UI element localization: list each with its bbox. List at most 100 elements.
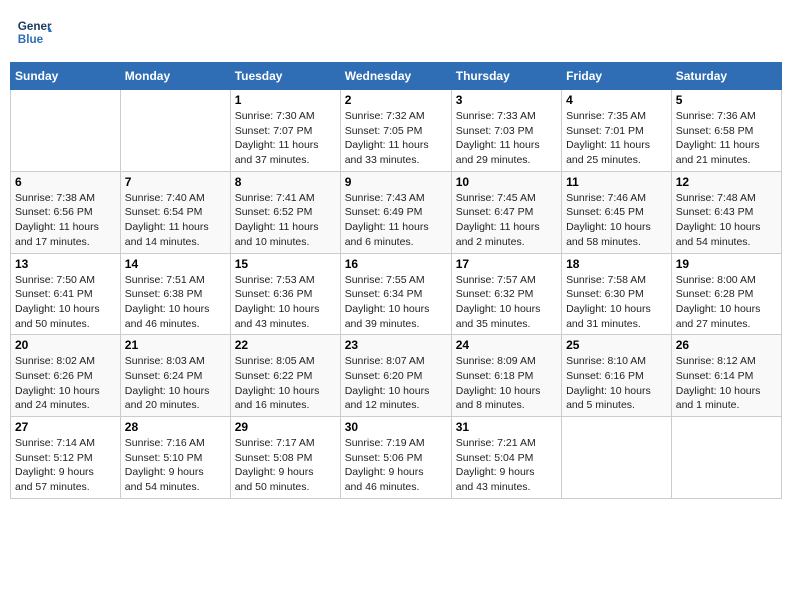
day-number: 28 bbox=[125, 420, 226, 434]
day-number: 2 bbox=[345, 93, 447, 107]
day-number: 24 bbox=[456, 338, 557, 352]
day-number: 23 bbox=[345, 338, 447, 352]
day-number: 10 bbox=[456, 175, 557, 189]
day-number: 27 bbox=[15, 420, 116, 434]
day-number: 25 bbox=[566, 338, 667, 352]
day-cell: 31 Sunrise: 7:21 AM Sunset: 5:04 PM Dayli… bbox=[451, 417, 561, 499]
day-cell bbox=[562, 417, 672, 499]
col-header-monday: Monday bbox=[120, 63, 230, 90]
day-detail: Sunrise: 7:43 AM Sunset: 6:49 PM Dayligh… bbox=[345, 191, 447, 250]
day-detail: Sunrise: 7:30 AM Sunset: 7:07 PM Dayligh… bbox=[235, 109, 336, 168]
day-number: 15 bbox=[235, 257, 336, 271]
day-cell: 10 Sunrise: 7:45 AM Sunset: 6:47 PM Dayli… bbox=[451, 171, 561, 253]
page-header: General Blue bbox=[10, 10, 782, 54]
day-detail: Sunrise: 7:57 AM Sunset: 6:32 PM Dayligh… bbox=[456, 273, 557, 332]
svg-text:General: General bbox=[18, 20, 52, 33]
day-cell: 4 Sunrise: 7:35 AM Sunset: 7:01 PM Daylig… bbox=[562, 90, 672, 172]
day-number: 26 bbox=[676, 338, 777, 352]
day-detail: Sunrise: 7:16 AM Sunset: 5:10 PM Dayligh… bbox=[125, 436, 226, 495]
col-header-tuesday: Tuesday bbox=[230, 63, 340, 90]
day-detail: Sunrise: 8:05 AM Sunset: 6:22 PM Dayligh… bbox=[235, 354, 336, 413]
day-number: 22 bbox=[235, 338, 336, 352]
day-number: 8 bbox=[235, 175, 336, 189]
day-detail: Sunrise: 7:35 AM Sunset: 7:01 PM Dayligh… bbox=[566, 109, 667, 168]
day-number: 9 bbox=[345, 175, 447, 189]
day-cell: 19 Sunrise: 8:00 AM Sunset: 6:28 PM Dayli… bbox=[671, 253, 781, 335]
day-number: 19 bbox=[676, 257, 777, 271]
day-cell: 26 Sunrise: 8:12 AM Sunset: 6:14 PM Dayli… bbox=[671, 335, 781, 417]
week-row-3: 13 Sunrise: 7:50 AM Sunset: 6:41 PM Dayli… bbox=[11, 253, 782, 335]
day-number: 14 bbox=[125, 257, 226, 271]
day-number: 16 bbox=[345, 257, 447, 271]
day-number: 4 bbox=[566, 93, 667, 107]
day-cell: 1Sunrise: 7:30 AM Sunset: 7:07 PM Daylig… bbox=[230, 90, 340, 172]
day-cell: 24 Sunrise: 8:09 AM Sunset: 6:18 PM Dayli… bbox=[451, 335, 561, 417]
day-detail: Sunrise: 8:00 AM Sunset: 6:28 PM Dayligh… bbox=[676, 273, 777, 332]
svg-text:Blue: Blue bbox=[18, 33, 44, 46]
day-cell: 12 Sunrise: 7:48 AM Sunset: 6:43 PM Dayli… bbox=[671, 171, 781, 253]
day-detail: Sunrise: 7:45 AM Sunset: 6:47 PM Dayligh… bbox=[456, 191, 557, 250]
day-number: 11 bbox=[566, 175, 667, 189]
day-cell: 15 Sunrise: 7:53 AM Sunset: 6:36 PM Dayli… bbox=[230, 253, 340, 335]
day-detail: Sunrise: 7:17 AM Sunset: 5:08 PM Dayligh… bbox=[235, 436, 336, 495]
calendar-table: SundayMondayTuesdayWednesdayThursdayFrid… bbox=[10, 62, 782, 499]
col-header-thursday: Thursday bbox=[451, 63, 561, 90]
day-cell: 9 Sunrise: 7:43 AM Sunset: 6:49 PM Daylig… bbox=[340, 171, 451, 253]
day-cell: 2 Sunrise: 7:32 AM Sunset: 7:05 PM Daylig… bbox=[340, 90, 451, 172]
day-cell: 27 Sunrise: 7:14 AM Sunset: 5:12 PM Dayli… bbox=[11, 417, 121, 499]
day-cell bbox=[120, 90, 230, 172]
week-row-4: 20Sunrise: 8:02 AM Sunset: 6:26 PM Dayli… bbox=[11, 335, 782, 417]
logo-icon: General Blue bbox=[16, 14, 52, 50]
day-cell: 14Sunrise: 7:51 AM Sunset: 6:38 PM Dayli… bbox=[120, 253, 230, 335]
day-cell: 3Sunrise: 7:33 AM Sunset: 7:03 PM Daylig… bbox=[451, 90, 561, 172]
day-detail: Sunrise: 7:53 AM Sunset: 6:36 PM Dayligh… bbox=[235, 273, 336, 332]
day-number: 21 bbox=[125, 338, 226, 352]
day-detail: Sunrise: 7:40 AM Sunset: 6:54 PM Dayligh… bbox=[125, 191, 226, 250]
day-detail: Sunrise: 7:50 AM Sunset: 6:41 PM Dayligh… bbox=[15, 273, 116, 332]
day-number: 7 bbox=[125, 175, 226, 189]
day-detail: Sunrise: 8:10 AM Sunset: 6:16 PM Dayligh… bbox=[566, 354, 667, 413]
day-number: 6 bbox=[15, 175, 116, 189]
day-number: 5 bbox=[676, 93, 777, 107]
day-cell bbox=[671, 417, 781, 499]
day-cell: 16 Sunrise: 7:55 AM Sunset: 6:34 PM Dayli… bbox=[340, 253, 451, 335]
day-cell: 18Sunrise: 7:58 AM Sunset: 6:30 PM Dayli… bbox=[562, 253, 672, 335]
day-detail: Sunrise: 8:02 AM Sunset: 6:26 PM Dayligh… bbox=[15, 354, 116, 413]
day-detail: Sunrise: 8:09 AM Sunset: 6:18 PM Dayligh… bbox=[456, 354, 557, 413]
day-cell: 5 Sunrise: 7:36 AM Sunset: 6:58 PM Daylig… bbox=[671, 90, 781, 172]
day-number: 29 bbox=[235, 420, 336, 434]
day-detail: Sunrise: 7:33 AM Sunset: 7:03 PM Dayligh… bbox=[456, 109, 557, 168]
day-detail: Sunrise: 7:36 AM Sunset: 6:58 PM Dayligh… bbox=[676, 109, 777, 168]
day-detail: Sunrise: 7:55 AM Sunset: 6:34 PM Dayligh… bbox=[345, 273, 447, 332]
day-detail: Sunrise: 8:03 AM Sunset: 6:24 PM Dayligh… bbox=[125, 354, 226, 413]
day-detail: Sunrise: 7:32 AM Sunset: 7:05 PM Dayligh… bbox=[345, 109, 447, 168]
logo: General Blue bbox=[16, 14, 56, 50]
day-number: 30 bbox=[345, 420, 447, 434]
day-cell: 13 Sunrise: 7:50 AM Sunset: 6:41 PM Dayli… bbox=[11, 253, 121, 335]
day-cell: 29 Sunrise: 7:17 AM Sunset: 5:08 PM Dayli… bbox=[230, 417, 340, 499]
day-cell: 7 Sunrise: 7:40 AM Sunset: 6:54 PM Daylig… bbox=[120, 171, 230, 253]
day-detail: Sunrise: 8:07 AM Sunset: 6:20 PM Dayligh… bbox=[345, 354, 447, 413]
day-detail: Sunrise: 7:19 AM Sunset: 5:06 PM Dayligh… bbox=[345, 436, 447, 495]
col-header-friday: Friday bbox=[562, 63, 672, 90]
day-cell: 23 Sunrise: 8:07 AM Sunset: 6:20 PM Dayli… bbox=[340, 335, 451, 417]
day-detail: Sunrise: 7:41 AM Sunset: 6:52 PM Dayligh… bbox=[235, 191, 336, 250]
day-cell: 8 Sunrise: 7:41 AM Sunset: 6:52 PM Daylig… bbox=[230, 171, 340, 253]
day-cell: 28 Sunrise: 7:16 AM Sunset: 5:10 PM Dayli… bbox=[120, 417, 230, 499]
day-number: 13 bbox=[15, 257, 116, 271]
day-detail: Sunrise: 7:46 AM Sunset: 6:45 PM Dayligh… bbox=[566, 191, 667, 250]
day-cell: 22 Sunrise: 8:05 AM Sunset: 6:22 PM Dayli… bbox=[230, 335, 340, 417]
day-detail: Sunrise: 7:58 AM Sunset: 6:30 PM Dayligh… bbox=[566, 273, 667, 332]
day-cell: 21 Sunrise: 8:03 AM Sunset: 6:24 PM Dayli… bbox=[120, 335, 230, 417]
day-detail: Sunrise: 8:12 AM Sunset: 6:14 PM Dayligh… bbox=[676, 354, 777, 413]
day-number: 12 bbox=[676, 175, 777, 189]
day-number: 31 bbox=[456, 420, 557, 434]
day-detail: Sunrise: 7:14 AM Sunset: 5:12 PM Dayligh… bbox=[15, 436, 116, 495]
day-cell: 25 Sunrise: 8:10 AM Sunset: 6:16 PM Dayli… bbox=[562, 335, 672, 417]
day-detail: Sunrise: 7:21 AM Sunset: 5:04 PM Dayligh… bbox=[456, 436, 557, 495]
week-row-5: 27 Sunrise: 7:14 AM Sunset: 5:12 PM Dayli… bbox=[11, 417, 782, 499]
day-cell: 11 Sunrise: 7:46 AM Sunset: 6:45 PM Dayli… bbox=[562, 171, 672, 253]
day-detail: Sunrise: 7:38 AM Sunset: 6:56 PM Dayligh… bbox=[15, 191, 116, 250]
day-cell bbox=[11, 90, 121, 172]
day-detail: Sunrise: 7:48 AM Sunset: 6:43 PM Dayligh… bbox=[676, 191, 777, 250]
